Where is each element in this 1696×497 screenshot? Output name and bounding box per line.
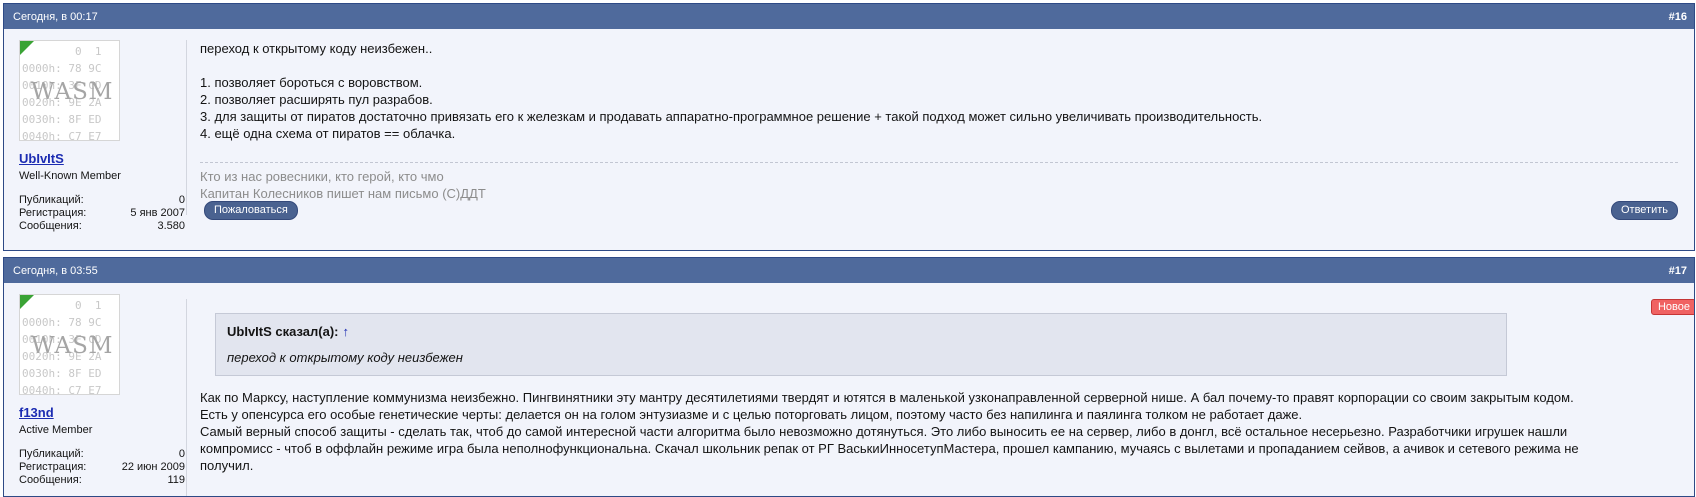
column-divider: [186, 40, 187, 215]
user-title: Well-Known Member: [19, 170, 121, 182]
post-content: переход к открытому коду неизбежен.. 1. …: [200, 40, 1678, 202]
quote-text: переход к открытому коду неизбежен: [227, 350, 463, 365]
post-line: Самый верный способ защиты - сделать так…: [200, 424, 1568, 439]
signature: Кто из нас ровесники, кто герой, кто чмо…: [200, 162, 1678, 202]
post-permalink[interactable]: #16: [1669, 11, 1687, 23]
online-indicator-icon: [20, 41, 34, 55]
post-header: Сегодня, в 03:55 #17: [4, 258, 1694, 283]
post-date: Сегодня, в 00:17: [13, 10, 98, 23]
avatar-logo: WASM: [31, 79, 114, 105]
username-link[interactable]: UbIvItS: [19, 151, 185, 166]
stat-registration: Регистрация: 5 янв 2007: [19, 207, 185, 219]
post-body: 0 1 0000h: 78 9C 0010h: 3F CD 0020h: 9E 2A 0…: [4, 283, 1694, 496]
user-stats: Публикаций: 0 Регистрация: 22 июн 2009 Соо…: [19, 448, 185, 487]
report-button[interactable]: Пожаловаться: [204, 201, 298, 220]
reply-button[interactable]: Ответить: [1610, 201, 1678, 220]
post-line: переход к открытому коду неизбежен..: [200, 41, 433, 56]
post-line: 4. ещё одна схема от пиратов == облачка.: [200, 126, 456, 141]
quote-block: UbIvItS сказал(а): ↑ переход к открытому …: [215, 313, 1507, 376]
avatar[interactable]: 0 1 0000h: 78 9C 0010h: 3F CD 0020h: 9E 2A 0…: [19, 40, 120, 141]
post-date: Сегодня, в 03:55: [13, 264, 98, 277]
signature-line: Капитан Колесников пишет нам письмо (С)Д…: [200, 186, 486, 201]
stat-publications: Публикаций: 0: [19, 448, 185, 460]
post-16: Сегодня, в 00:17 #16 0 1 0000h: 78 9C 0010…: [3, 3, 1695, 251]
signature-line: Кто из нас ровесники, кто герой, кто чмо: [200, 169, 444, 184]
user-info: 0 1 0000h: 78 9C 0010h: 3F CD 0020h: 9E 2A 0…: [19, 40, 185, 233]
post-line: Как по Марксу, наступление коммунизма не…: [200, 390, 1574, 405]
user-info: 0 1 0000h: 78 9C 0010h: 3F CD 0020h: 9E 2A 0…: [19, 294, 185, 487]
post-line: Есть у опенсурса его особые генетические…: [200, 407, 1303, 422]
username-link[interactable]: f13nd: [19, 405, 185, 420]
post-line: получил.: [200, 458, 254, 473]
stat-publications: Публикаций: 0: [19, 194, 185, 206]
post-line: компромисс - чтоб в оффлайн режиме игра …: [200, 441, 1579, 456]
post-line: 1. позволяет бороться с воровством.: [200, 75, 423, 90]
stat-messages: Сообщения: 3.580: [19, 220, 185, 232]
post-permalink[interactable]: #17: [1669, 265, 1687, 277]
post-line: 3. для защиты от пиратов достаточно прив…: [200, 109, 1263, 124]
stat-registration: Регистрация: 22 июн 2009: [19, 461, 185, 473]
user-stats: Публикаций: 0 Регистрация: 5 янв 2007 Сооб…: [19, 194, 185, 233]
avatar-logo: WASM: [31, 333, 114, 359]
post-header: Сегодня, в 00:17 #16: [4, 4, 1694, 29]
post-content: UbIvItS сказал(а): ↑ переход к открытому …: [200, 313, 1678, 474]
avatar[interactable]: 0 1 0000h: 78 9C 0010h: 3F CD 0020h: 9E 2A 0…: [19, 294, 120, 395]
post-line: [200, 57, 1678, 74]
post-line: 2. позволяет расширять пул разрабов.: [200, 92, 433, 107]
quote-author: UbIvItS сказал(а): ↑: [227, 324, 350, 339]
column-divider: [186, 299, 187, 496]
post-17: Сегодня, в 03:55 #17 0 1 0000h: 78 9C 0010…: [3, 257, 1695, 497]
quote-jump-arrow-icon[interactable]: ↑: [343, 324, 350, 339]
user-title: Active Member: [19, 424, 93, 436]
online-indicator-icon: [20, 295, 34, 309]
stat-messages: Сообщения: 119: [19, 474, 185, 486]
